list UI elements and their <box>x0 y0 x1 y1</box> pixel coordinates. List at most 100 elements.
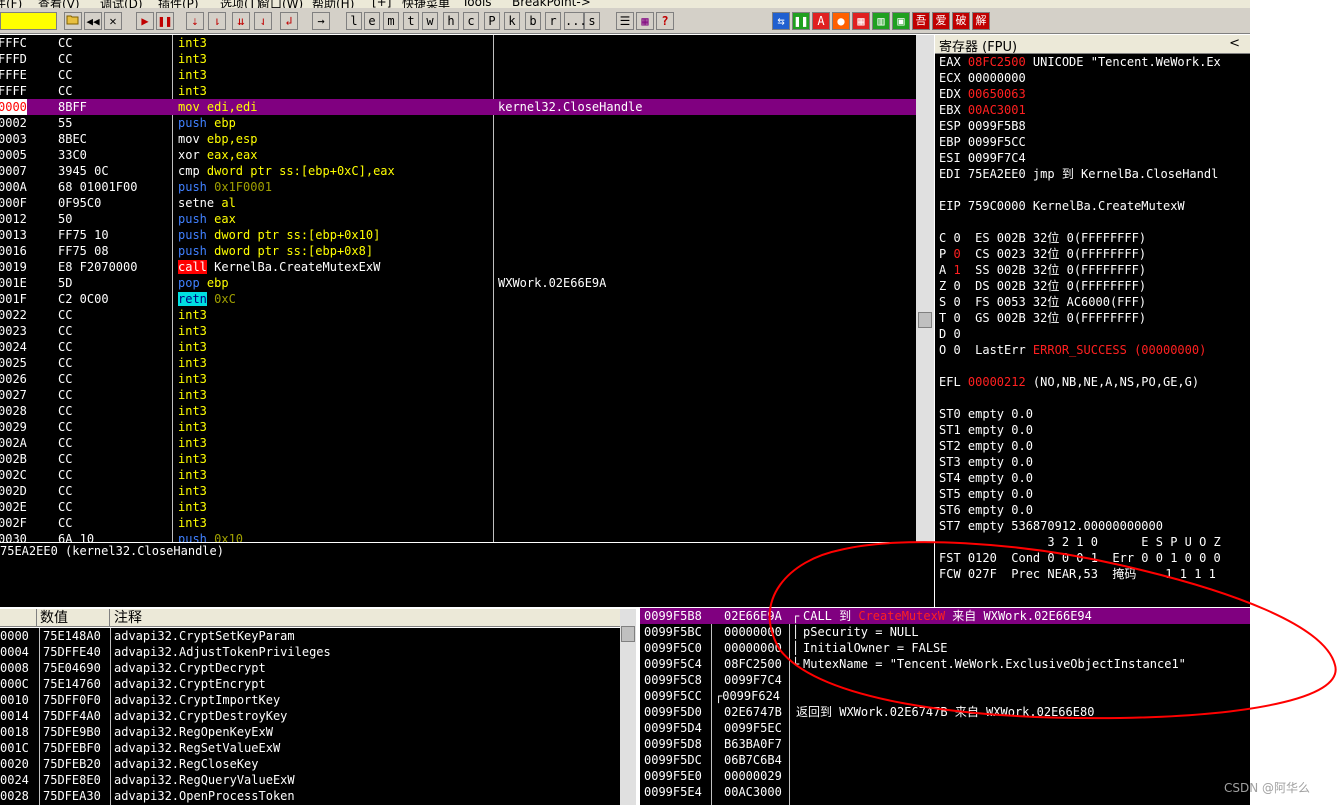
stack-row[interactable]: 0099F5CC ┌0099F624 <box>640 688 1250 704</box>
disasm-row[interactable]: 0024 CC int3 <box>0 339 916 355</box>
toolbar-letter-button[interactable]: w <box>422 12 438 30</box>
disasm-row[interactable]: 0016 FF75 08 push dword ptr ss:[ebp+0x8] <box>0 243 916 259</box>
disasm-row[interactable]: 0013 FF75 10 push dword ptr ss:[ebp+0x10] <box>0 227 916 243</box>
register-line[interactable]: ST3 empty 0.0 <box>939 454 1033 470</box>
stack-row[interactable]: 0099F5B8 02E66E9A ┌ CALL 到 CreateMutexW 来自 … <box>640 608 1250 624</box>
menu-item[interactable]: 插件(P) <box>158 0 199 8</box>
register-line[interactable]: FST 0120 Cond 0 0 0 1 Err 0 0 1 0 0 0 <box>939 550 1221 566</box>
disasm-row[interactable]: 002E CC int3 <box>0 499 916 515</box>
pause-icon[interactable]: ❚❚ <box>156 12 174 30</box>
wu-icon[interactable]: 吾 <box>912 12 930 30</box>
toolbar-letter-button[interactable]: P <box>484 12 500 30</box>
dump-value-header[interactable]: 数值 <box>40 609 110 627</box>
dump-scrollbar[interactable] <box>620 609 636 805</box>
register-line[interactable]: Z 0 DS 002B 32位 0(FFFFFFFF) <box>939 278 1146 294</box>
register-line[interactable]: EBX 00AC3001 <box>939 102 1026 118</box>
register-line[interactable]: EAX 08FC2500 UNICODE "Tencent.WeWork.Ex <box>939 54 1221 70</box>
stack-row[interactable]: 0099F5D8 B63BA0F7 <box>640 736 1250 752</box>
menu-item[interactable]: [+] <box>372 0 391 8</box>
disasm-row[interactable]: 0027 CC int3 <box>0 387 916 403</box>
stack-row[interactable]: 0099F5BC 00000000 │ pSecurity = NULL <box>640 624 1250 640</box>
register-line[interactable]: S 0 FS 0053 32位 AC6000(FFF) <box>939 294 1146 310</box>
goto-icon[interactable]: → <box>312 12 330 30</box>
pause-plugin-icon[interactable]: ❚❚ <box>792 12 810 30</box>
toolbar-letter-button[interactable]: r <box>545 12 561 30</box>
menu-item[interactable]: 件(F) <box>0 0 22 8</box>
record-icon[interactable]: ● <box>832 12 850 30</box>
menu-item[interactable]: 选项(T) <box>220 0 261 8</box>
ai-icon[interactable]: 爱 <box>932 12 950 30</box>
close-icon[interactable]: ✕ <box>104 12 122 30</box>
dump-row[interactable]: 0008 75E04690 advapi32.CryptDecrypt <box>0 660 620 676</box>
stack-row[interactable]: 0099F5D0 02E6747B 返回到 WXWork.02E6747B 来自 W… <box>640 704 1250 720</box>
dump-row[interactable]: 0000 75E148A0 advapi32.CryptSetKeyParam <box>0 628 620 644</box>
dump-row[interactable]: 0010 75DFF0F0 advapi32.CryptImportKey <box>0 692 620 708</box>
dump-row[interactable]: 001C 75DFEBF0 advapi32.RegSetValueExW <box>0 740 620 756</box>
toolbar-letter-button[interactable]: k <box>504 12 520 30</box>
stack-pane[interactable]: 0099F5B8 02E66E9A ┌ CALL 到 CreateMutexW 来自 … <box>640 608 1250 805</box>
green-grid-icon[interactable]: ▥ <box>872 12 890 30</box>
disasm-row[interactable]: 0012 50 push eax <box>0 211 916 227</box>
menu-item[interactable]: 调试(D) <box>100 0 143 8</box>
toolbar-letter-button[interactable]: ... <box>564 12 587 30</box>
register-line[interactable]: ECX 00000000 <box>939 70 1026 86</box>
register-line[interactable]: EIP 759C0000 KernelBa.CreateMutexW <box>939 198 1185 214</box>
dump-row[interactable]: 0020 75DFEB20 advapi32.RegCloseKey <box>0 756 620 772</box>
disasm-row[interactable]: FFFE CC int3 <box>0 67 916 83</box>
jie-icon[interactable]: 解 <box>972 12 990 30</box>
run-icon[interactable]: ▶ <box>136 12 154 30</box>
list-icon[interactable]: ☰ <box>616 12 634 30</box>
disasm-row[interactable]: 0000 8BFF mov edi,edi kernel32.CloseHandle <box>0 99 916 115</box>
register-line[interactable]: P 0 CS 0023 32位 0(FFFFFFFF) <box>939 246 1146 262</box>
register-line[interactable]: ESI 0099F7C4 <box>939 150 1026 166</box>
menu-item[interactable]: 窗口(W) <box>258 0 303 8</box>
disasm-row[interactable]: 0019 E8 F2070000 call KernelBa.CreateMutex… <box>0 259 916 275</box>
toolbar-letter-button[interactable]: t <box>403 12 419 30</box>
step-into-icon[interactable]: ⇣ <box>186 12 204 30</box>
dump-row[interactable]: 000C 75E14760 advapi32.CryptEncrypt <box>0 676 620 692</box>
dump-pane[interactable]: 0000 75E148A0 advapi32.CryptSetKeyParam 000… <box>0 628 620 805</box>
toolbar-letter-button[interactable]: e <box>364 12 380 30</box>
register-line[interactable]: ST6 empty 0.0 <box>939 502 1033 518</box>
toolbar-letter-button[interactable]: b <box>525 12 541 30</box>
trace-into-icon[interactable]: ⇊ <box>232 12 250 30</box>
disasm-row[interactable]: 002F CC int3 <box>0 515 916 531</box>
dump-row[interactable]: 0018 75DFE9B0 advapi32.RegOpenKeyExW <box>0 724 620 740</box>
disasm-row[interactable]: 002A CC int3 <box>0 435 916 451</box>
help-icon[interactable]: ? <box>656 12 674 30</box>
register-line[interactable]: FCW 027F Prec NEAR,53 掩码 1 1 1 1 <box>939 566 1216 582</box>
disasm-row[interactable]: 002C CC int3 <box>0 467 916 483</box>
register-line[interactable]: EBP 0099F5CC <box>939 134 1026 150</box>
disassembly-pane[interactable]: FFFC CC int3 FFFD CC int3 FFFE CC int3 FFFF CC int3… <box>0 35 916 542</box>
menu-item[interactable]: Tools <box>462 0 492 8</box>
disassembly-scrollbar[interactable] <box>916 35 934 542</box>
register-line[interactable]: O 0 LastErr ERROR_SUCCESS (00000000) <box>939 342 1206 358</box>
toolbar-letter-button[interactable]: c <box>463 12 479 30</box>
register-line[interactable]: ST5 empty 0.0 <box>939 486 1033 502</box>
register-line[interactable]: ST7 empty 536870912.00000000000 <box>939 518 1163 534</box>
disasm-row[interactable]: 0030 6A 10 push 0x10 <box>0 531 916 542</box>
stack-row[interactable]: 0099F5C4 08FC2500 └ MutexName = "Tencent.We… <box>640 656 1250 672</box>
disasm-row[interactable]: 0002 55 push ebp <box>0 115 916 131</box>
register-line[interactable]: A 1 SS 002B 32位 0(FFFFFFFF) <box>939 262 1146 278</box>
po-icon[interactable]: 破 <box>952 12 970 30</box>
command-input[interactable] <box>0 12 57 30</box>
registers-pane[interactable]: EAX 08FC2500 UNICODE "Tencent.WeWork.Ex E… <box>935 54 1250 607</box>
disasm-row[interactable]: 0023 CC int3 <box>0 323 916 339</box>
disasm-row[interactable]: 0026 CC int3 <box>0 371 916 387</box>
register-line[interactable]: EFL 00000212 (NO,NB,NE,A,NS,PO,GE,G) <box>939 374 1199 390</box>
disasm-row[interactable]: 0007 3945 0C cmp dword ptr ss:[ebp+0xC],ea… <box>0 163 916 179</box>
menu-item[interactable]: 查看(V) <box>38 0 80 8</box>
toolbar-letter-button[interactable]: l <box>346 12 362 30</box>
disasm-row[interactable]: 002D CC int3 <box>0 483 916 499</box>
dump-comment-header[interactable]: 注释 <box>114 609 142 627</box>
menu-item[interactable]: 帮助(H) <box>312 0 354 8</box>
register-line[interactable]: EDX 00650063 <box>939 86 1026 102</box>
register-line[interactable]: ESP 0099F5B8 <box>939 118 1026 134</box>
open-icon[interactable] <box>64 12 82 30</box>
disasm-row[interactable]: 0029 CC int3 <box>0 419 916 435</box>
trace-over-icon[interactable]: ⇃ <box>254 12 272 30</box>
dump-row[interactable]: 0014 75DFF4A0 advapi32.CryptDestroyKey <box>0 708 620 724</box>
execute-till-return-icon[interactable]: ↲ <box>280 12 298 30</box>
toolbar-letter-button[interactable]: s <box>584 12 600 30</box>
